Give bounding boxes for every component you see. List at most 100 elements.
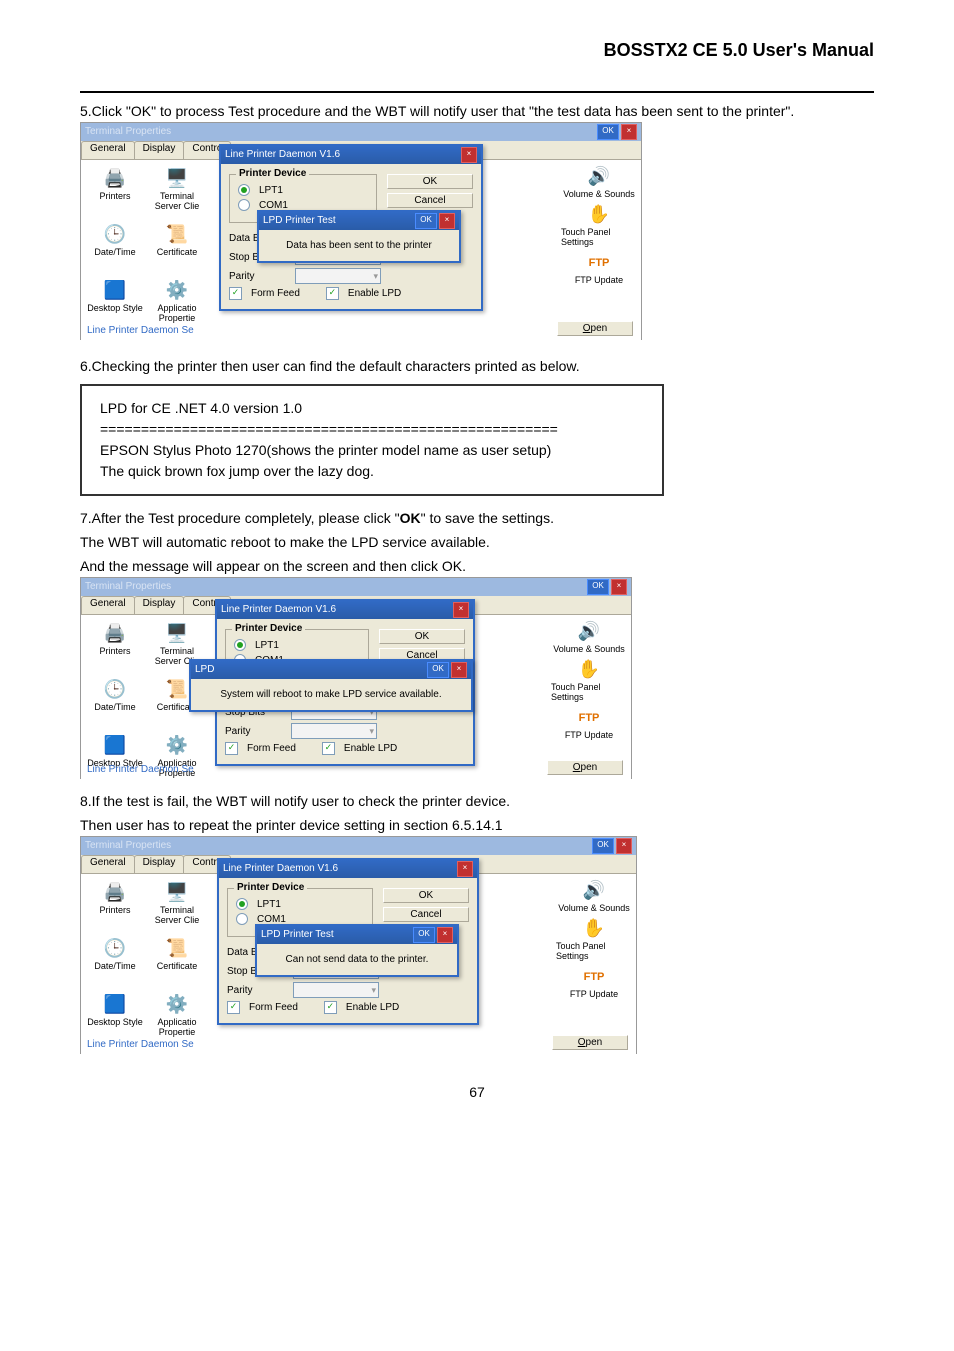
content-3: 🖨️Printers 🖥️Terminal Server Clie 🕒Date/…: [81, 874, 636, 1054]
hand-icon: ✋: [581, 916, 607, 942]
icon2-touch[interactable]: ✋Touch Panel Settings: [551, 657, 627, 703]
open-button[interactable]: Open: [557, 321, 633, 336]
icon3-cert[interactable]: 📜Certificate: [147, 936, 207, 990]
right-col-2: 🔊Volume & Sounds ✋Touch Panel Settings F…: [551, 619, 627, 741]
cancel3-button[interactable]: Cancel: [383, 907, 469, 922]
icon-printers[interactable]: 🖨️Printers: [85, 166, 145, 220]
hand-icon: ✋: [576, 657, 602, 683]
group-legend: Printer Device: [236, 168, 309, 179]
tab-general[interactable]: General: [81, 141, 135, 159]
status-line-3: Line Printer Daemon Se: [87, 1039, 194, 1050]
clock-icon: 🕒: [102, 936, 128, 962]
msgbox-title: LPD Printer Test OK×: [259, 212, 459, 230]
ok3-button[interactable]: OK: [383, 888, 469, 903]
ok-button[interactable]: OK: [387, 174, 473, 189]
icon2-datetime[interactable]: 🕒Date/Time: [85, 677, 145, 731]
chk3-el[interactable]: ✓: [324, 1001, 337, 1014]
icon2-printers[interactable]: 🖨️Printers: [85, 621, 145, 675]
tab-display[interactable]: Display: [134, 141, 185, 159]
chk-enablelpd[interactable]: ✓: [326, 287, 339, 300]
parity-select[interactable]: ▾: [295, 268, 381, 284]
titlebar-terminal-props: Terminal Properties OK ×: [81, 123, 641, 141]
icon3-ftp[interactable]: FTPFTP Update: [556, 964, 632, 1000]
msgbox-title-text: LPD Printer Test: [263, 212, 336, 230]
icon-desktop[interactable]: 🟦Desktop Style: [85, 278, 145, 332]
titlebar-3: Terminal Properties OK×: [81, 837, 636, 855]
tab3-general[interactable]: General: [81, 855, 135, 873]
icon3-printers[interactable]: 🖨️Printers: [85, 880, 145, 934]
radio3-com1[interactable]: [236, 913, 248, 925]
titlebar-2: Terminal Properties OK×: [81, 578, 631, 596]
lpd2-close[interactable]: ×: [453, 602, 469, 618]
chk3-ff[interactable]: ✓: [227, 1001, 240, 1014]
icon2-volume[interactable]: 🔊Volume & Sounds: [551, 619, 627, 655]
icon-cert[interactable]: 📜Certificate: [147, 222, 207, 276]
title-ok-btn[interactable]: OK: [597, 124, 619, 140]
radio-lpt1[interactable]: [238, 184, 250, 196]
terminal-icon: 🖥️: [164, 880, 190, 906]
radio2-lpt1[interactable]: [234, 639, 246, 651]
icon2-ftp[interactable]: FTPFTP Update: [551, 705, 627, 741]
tab2-display[interactable]: Display: [134, 596, 185, 614]
printer-icon: 🖨️: [102, 166, 128, 192]
icon3-terminal[interactable]: 🖥️Terminal Server Clie: [147, 880, 207, 934]
lpd-title-text: Line Printer Daemon V1.6: [225, 146, 340, 164]
chk-formfeed[interactable]: ✓: [229, 287, 242, 300]
ok2-button[interactable]: OK: [379, 629, 465, 644]
msg3-close[interactable]: ×: [437, 927, 453, 943]
msgbox2-body: System will reboot to make LPD service a…: [191, 679, 471, 710]
radio3-lpt1[interactable]: [236, 898, 248, 910]
icon-terminal[interactable]: 🖥️Terminal Server Clie: [147, 166, 207, 220]
icon3-datetime[interactable]: 🕒Date/Time: [85, 936, 145, 990]
ftp-icon: FTP: [586, 250, 612, 276]
parity-label: Parity: [229, 271, 289, 282]
printer-icon: 🖨️: [102, 880, 128, 906]
msg3-ok-tb[interactable]: OK: [413, 927, 435, 943]
content-area: 🖨️Printers 🖥️Terminal Server Clie 🕒Date/…: [81, 160, 641, 340]
msg2-ok-tb[interactable]: OK: [427, 662, 449, 678]
screenshot-3: Terminal Properties OK× General Display …: [80, 836, 637, 1054]
lpd3-close[interactable]: ×: [457, 861, 473, 877]
icon2-desktop[interactable]: 🟦Desktop Style: [85, 733, 145, 787]
chk2-el[interactable]: ✓: [322, 742, 335, 755]
open-button-3[interactable]: Open: [552, 1035, 628, 1050]
icon-datetime[interactable]: 🕒Date/Time: [85, 222, 145, 276]
msg2-close[interactable]: ×: [451, 662, 467, 678]
p3[interactable]: ▾: [293, 982, 379, 998]
icon3-touch[interactable]: ✋Touch Panel Settings: [556, 916, 632, 962]
tb2-ok[interactable]: OK: [587, 579, 609, 595]
icon-app[interactable]: ⚙️Applicatio Propertie: [147, 278, 207, 332]
msgbox-close[interactable]: ×: [439, 213, 455, 229]
step8a-text: 8.If the test is fail, the WBT will noti…: [80, 793, 874, 809]
icon3-desktop[interactable]: 🟦Desktop Style: [85, 992, 145, 1046]
icon-touch[interactable]: ✋Touch Panel Settings: [561, 202, 637, 248]
msgbox-ok-tb[interactable]: OK: [415, 213, 437, 229]
icon-volume[interactable]: 🔊Volume & Sounds: [561, 164, 637, 200]
radio-com1[interactable]: [238, 199, 250, 211]
icon3-volume[interactable]: 🔊Volume & Sounds: [556, 878, 632, 914]
lpd-close-btn[interactable]: ×: [461, 147, 477, 163]
open-button-2[interactable]: Open: [547, 760, 623, 775]
screenshot-1: Terminal Properties OK × General Display…: [80, 122, 642, 340]
icon-ftp[interactable]: FTPFTP Update: [561, 250, 637, 286]
page-number: 67: [80, 1084, 874, 1100]
tab2-general[interactable]: General: [81, 596, 135, 614]
gear-icon: ⚙️: [164, 278, 190, 304]
tb3-ok[interactable]: OK: [592, 838, 614, 854]
hand-icon: ✋: [586, 202, 612, 228]
terminal-icon: 🖥️: [164, 621, 190, 647]
p2-select[interactable]: ▾: [291, 723, 377, 739]
gear-icon: ⚙️: [164, 992, 190, 1018]
desktop-icon: 🟦: [102, 733, 128, 759]
icon3-app[interactable]: ⚙️Applicatio Propertie: [147, 992, 207, 1046]
printout-l4: The quick brown fox jump over the lazy d…: [100, 461, 644, 482]
tab3-display[interactable]: Display: [134, 855, 185, 873]
gear-icon: ⚙️: [164, 733, 190, 759]
title-close-btn[interactable]: ×: [621, 124, 637, 140]
tb3-close[interactable]: ×: [616, 838, 632, 854]
chk2-ff[interactable]: ✓: [225, 742, 238, 755]
printout-box: LPD for CE .NET 4.0 version 1.0 ========…: [80, 384, 664, 496]
cancel-button[interactable]: Cancel: [387, 193, 473, 208]
tb2-close[interactable]: ×: [611, 579, 627, 595]
icon2-app[interactable]: ⚙️Applicatio Propertie: [147, 733, 207, 787]
